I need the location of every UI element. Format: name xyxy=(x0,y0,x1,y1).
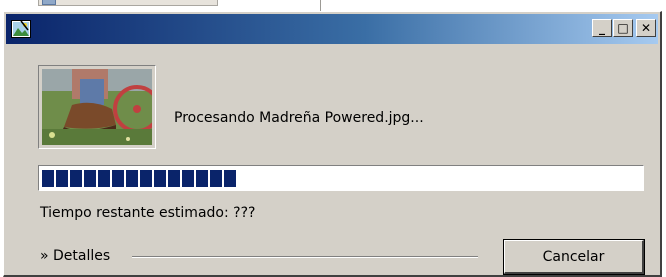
background-window-strip xyxy=(0,0,666,11)
minimize-button[interactable]: _ xyxy=(592,19,612,37)
progress-block xyxy=(84,170,96,187)
progress-block xyxy=(154,170,166,187)
title-bar[interactable]: _ □ ✕ xyxy=(6,14,658,44)
maximize-icon: □ xyxy=(617,21,629,35)
background-tab xyxy=(38,0,218,6)
progress-block xyxy=(56,170,68,187)
progress-bar xyxy=(38,165,644,191)
progress-block xyxy=(98,170,110,187)
time-remaining-text: Tiempo restante estimado: ??? xyxy=(40,205,256,221)
processing-status-text: Procesando Madreña Powered.jpg... xyxy=(174,110,424,126)
minimize-icon: _ xyxy=(599,21,605,35)
maximize-button[interactable]: □ xyxy=(613,19,633,37)
progress-block xyxy=(224,170,236,187)
title-buttons: _ □ ✕ xyxy=(591,19,656,39)
progress-block xyxy=(196,170,208,187)
progress-block xyxy=(126,170,138,187)
photo-thumbnail xyxy=(38,65,156,149)
background-tab-icon xyxy=(42,0,56,5)
progress-block xyxy=(210,170,222,187)
background-divider xyxy=(320,0,321,11)
progress-block xyxy=(182,170,194,187)
progress-dialog: _ □ ✕ Procesando Madreña Powered.jpg... … xyxy=(3,11,662,277)
progress-block xyxy=(140,170,152,187)
progress-block xyxy=(168,170,180,187)
cancel-button[interactable]: Cancelar xyxy=(503,239,645,275)
progress-block xyxy=(112,170,124,187)
close-button[interactable]: ✕ xyxy=(636,19,656,37)
picture-processing-icon xyxy=(11,20,31,38)
progress-block xyxy=(70,170,82,187)
details-divider xyxy=(132,256,478,258)
progress-block xyxy=(42,170,54,187)
close-icon: ✕ xyxy=(640,21,652,35)
progress-bar-fill xyxy=(42,170,236,187)
details-toggle[interactable]: » Detalles xyxy=(40,248,110,264)
photo-thumbnail-image xyxy=(42,69,152,145)
